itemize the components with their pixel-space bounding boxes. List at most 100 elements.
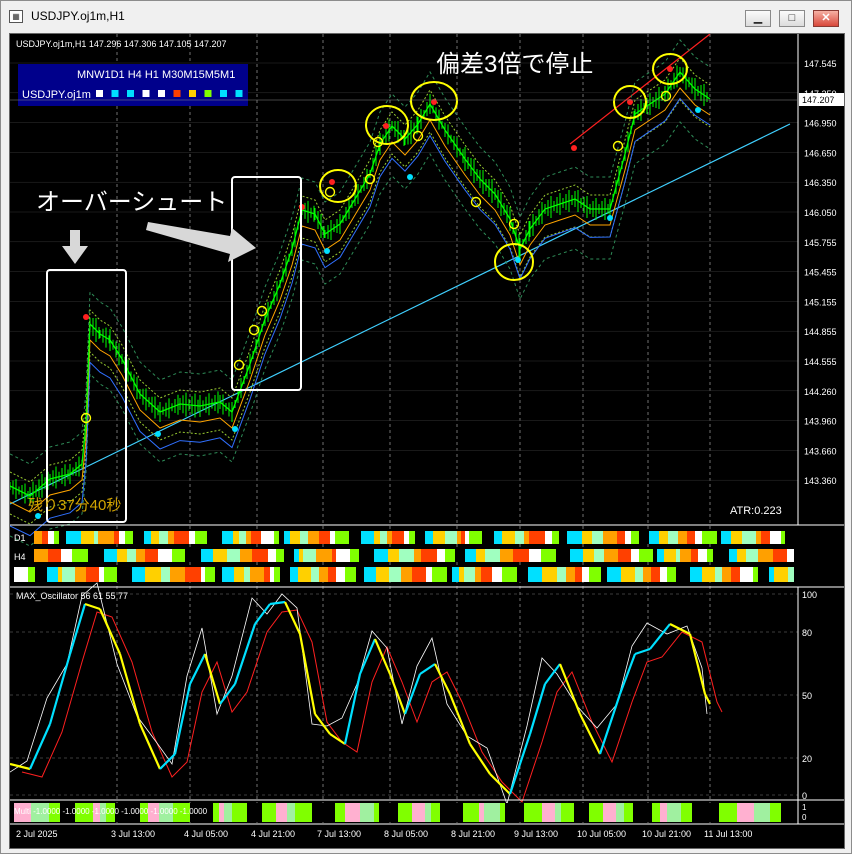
heat-cell	[290, 567, 298, 582]
heat-cell	[713, 549, 729, 562]
heat-cell	[62, 567, 75, 582]
chart-canvas[interactable]: オーバーシュート 偏差3倍で停止 USDJPY.oj1m,H1 147.296 …	[10, 34, 844, 848]
heat-cell	[485, 549, 500, 562]
heat-cell	[773, 549, 787, 562]
osc-level-label: 80	[802, 628, 812, 638]
heat-cell	[240, 549, 252, 562]
heat-cell	[502, 567, 517, 582]
heat-cell	[54, 531, 59, 544]
heat-cell	[785, 531, 794, 544]
heat-cell	[58, 567, 62, 582]
status-square	[173, 90, 181, 97]
heat-cell	[227, 549, 240, 562]
osc-segment	[343, 673, 362, 745]
title-bar[interactable]: ▦ USDJPY.oj1m,H1 ▁ □ ✕	[1, 1, 851, 33]
heat-cell	[268, 549, 276, 562]
heat-cell	[737, 549, 746, 562]
heat-cell	[582, 531, 592, 544]
osc-segment	[403, 673, 422, 715]
heat-cell	[594, 549, 604, 562]
minimize-button[interactable]: ▁	[745, 10, 771, 27]
price-label: 146.350	[804, 178, 837, 188]
multi-cell	[616, 803, 624, 822]
heat-cell	[702, 531, 717, 544]
osc-segment	[68, 603, 87, 655]
heat-cell	[774, 567, 788, 582]
chart-area[interactable]: オーバーシュート 偏差3倍で停止 USDJPY.oj1m,H1 147.296 …	[9, 33, 845, 849]
multi-cell	[681, 803, 692, 822]
heat-cell	[374, 549, 388, 562]
heat-cell	[781, 531, 785, 544]
time-label: 11 Jul 13:00	[704, 829, 752, 839]
heat-cell	[475, 567, 481, 582]
osc-level-label: 100	[802, 590, 817, 600]
moving-average-slow	[10, 97, 711, 537]
multi-cell	[702, 803, 719, 822]
heat-cell	[567, 531, 582, 544]
heat-cell	[559, 531, 567, 544]
heat-cell	[319, 531, 330, 544]
price-label: 146.050	[804, 208, 837, 218]
osc-level-label: 50	[802, 691, 812, 701]
heat-cell	[566, 567, 575, 582]
heat-cell	[582, 567, 589, 582]
overshoot-box-2[interactable]	[231, 176, 302, 391]
heat-cell	[284, 549, 294, 562]
heat-cell	[151, 531, 159, 544]
price-label: 143.660	[804, 446, 837, 456]
heat-cell	[715, 567, 722, 582]
heat-cell	[376, 567, 389, 582]
multi-cell	[450, 803, 463, 822]
cyan-dot	[695, 107, 701, 113]
heat-cell	[349, 531, 361, 544]
multi-cell	[633, 803, 641, 822]
heat-cell	[28, 567, 35, 582]
heat-cell	[300, 531, 308, 544]
multi-cell	[505, 803, 517, 822]
heat-cell	[517, 567, 528, 582]
multi-cell	[574, 803, 584, 822]
multi-cell	[253, 803, 262, 822]
timeframe-panel-symbol: USDJPY.oj1m	[22, 89, 91, 101]
osc-segment	[669, 623, 691, 635]
heat-cell	[557, 567, 566, 582]
time-label: 7 Jul 13:00	[317, 829, 361, 839]
cyan-dot	[324, 248, 330, 254]
heat-cell	[432, 567, 447, 582]
heat-cell	[145, 549, 158, 562]
time-label: 4 Jul 05:00	[184, 829, 228, 839]
osc-level-label: 20	[802, 754, 812, 764]
maximize-button[interactable]: □	[779, 10, 805, 27]
multi-cell	[224, 803, 232, 822]
heat-cell	[589, 567, 601, 582]
close-button[interactable]: ✕	[813, 10, 839, 27]
multi-cell	[719, 803, 737, 822]
heat-cell	[601, 567, 607, 582]
osc-segment	[203, 653, 222, 705]
heat-cell	[680, 549, 691, 562]
multi-cell	[262, 803, 276, 822]
heat-cell	[88, 549, 104, 562]
heat-cell	[380, 531, 387, 544]
heat-cell	[98, 531, 114, 544]
heat-cell	[172, 549, 185, 562]
heat-cell	[319, 567, 328, 582]
heat-cell	[234, 567, 244, 582]
osc-segment	[284, 601, 301, 635]
heat-cell	[299, 549, 303, 562]
heat-cell	[213, 549, 227, 562]
multi-cell	[652, 803, 660, 822]
status-square	[235, 90, 243, 97]
heat-cell	[649, 531, 659, 544]
heat-cell	[445, 549, 455, 562]
multi-cell	[479, 803, 484, 822]
heat-cell	[502, 531, 515, 544]
heat-cell	[753, 567, 758, 582]
heat-cell	[222, 567, 234, 582]
heat-cell	[158, 549, 172, 562]
heat-cell	[409, 531, 415, 544]
heat-cell	[284, 531, 290, 544]
horizontal-grid	[10, 62, 798, 481]
heat-cell	[618, 549, 631, 562]
heat-cell	[99, 567, 104, 582]
